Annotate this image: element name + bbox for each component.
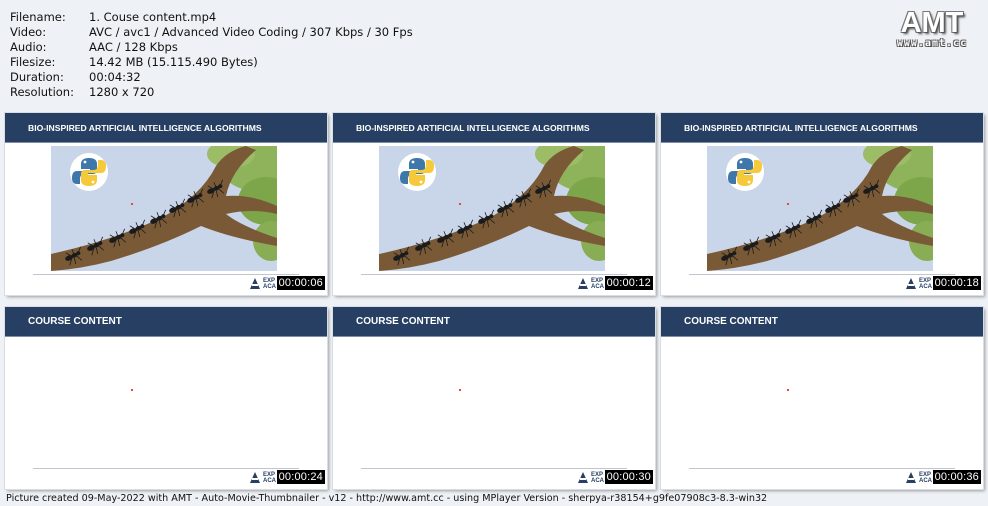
slide-illustration xyxy=(51,146,277,271)
info-value: 14.42 MB (15.115.490 Bytes) xyxy=(89,55,258,69)
info-row-duration: Duration: 00:04:32 xyxy=(10,70,413,85)
timestamp-badge: 00:00:30 xyxy=(604,470,653,484)
timestamp-badge: 00:00:18 xyxy=(932,276,981,290)
info-label: Resolution: xyxy=(10,85,74,99)
thumbnail-frame[interactable]: BIO-INSPIRED ARTIFICIAL INTELLIGENCE ALG… xyxy=(5,113,327,295)
cursor-dot xyxy=(787,203,789,205)
python-logo-icon xyxy=(726,153,764,191)
slide-divider xyxy=(689,468,955,469)
slide-title: COURSE CONTENT xyxy=(661,307,983,337)
cursor-dot xyxy=(131,389,133,391)
info-row-audio: Audio: AAC / 128 Kbps xyxy=(10,40,413,55)
info-value: 00:04:32 xyxy=(89,70,141,84)
logo-main-text: AMT xyxy=(900,7,964,39)
timestamp-badge: 00:00:24 xyxy=(276,470,325,484)
timestamp-badge: 00:00:06 xyxy=(276,276,325,290)
info-value: 1280 x 720 xyxy=(89,85,155,99)
brand-text: EXP ACA xyxy=(263,278,276,290)
info-value: AVC / avc1 / Advanced Video Coding / 307… xyxy=(89,25,413,39)
file-info: Filename: 1. Couse content.mp4 Video: AV… xyxy=(10,10,413,100)
brand-text: EXP ACA xyxy=(591,278,604,290)
python-logo-icon xyxy=(70,153,108,191)
slide-divider xyxy=(361,274,627,275)
brand-text: EXP ACA xyxy=(919,472,932,484)
slide-divider xyxy=(361,468,627,469)
info-value: AAC / 128 Kbps xyxy=(89,40,178,54)
brand-text: EXP ACA xyxy=(591,472,604,484)
brand-text: EXP ACA xyxy=(263,472,276,484)
info-row-resolution: Resolution: 1280 x 720 xyxy=(10,85,413,100)
thumbnail-frame[interactable]: BIO-INSPIRED ARTIFICIAL INTELLIGENCE ALG… xyxy=(333,113,655,295)
info-row-filesize: Filesize: 14.42 MB (15.115.490 Bytes) xyxy=(10,55,413,70)
info-value: 1. Couse content.mp4 xyxy=(89,10,217,24)
cursor-dot xyxy=(131,203,133,205)
info-label: Duration: xyxy=(10,70,64,84)
cursor-dot xyxy=(787,389,789,391)
info-label: Filename: xyxy=(10,10,66,24)
timestamp-badge: 00:00:12 xyxy=(604,276,653,290)
slide-divider xyxy=(33,274,299,275)
thumbnail-frame[interactable]: COURSE CONTENT EXP ACA 00:00:24 xyxy=(5,307,327,489)
slide-title: COURSE CONTENT xyxy=(5,307,327,337)
slide-illustration xyxy=(707,146,933,271)
thumbnail-frame[interactable]: BIO-INSPIRED ARTIFICIAL INTELLIGENCE ALG… xyxy=(661,113,983,295)
cursor-dot xyxy=(459,389,461,391)
slide-title: BIO-INSPIRED ARTIFICIAL INTELLIGENCE ALG… xyxy=(333,113,655,143)
thumbnail-frame[interactable]: COURSE CONTENT EXP ACA 00:00:36 xyxy=(661,307,983,489)
info-label: Filesize: xyxy=(10,55,56,69)
info-row-filename: Filename: 1. Couse content.mp4 xyxy=(10,10,413,25)
logo-url-text: www.amt.cc xyxy=(896,38,968,49)
slide-title: BIO-INSPIRED ARTIFICIAL INTELLIGENCE ALG… xyxy=(661,113,983,143)
slide-title: COURSE CONTENT xyxy=(333,307,655,337)
info-label: Audio: xyxy=(10,40,47,54)
thumbnail-frame[interactable]: COURSE CONTENT EXP ACA 00:00:30 xyxy=(333,307,655,489)
timestamp-badge: 00:00:36 xyxy=(932,470,981,484)
python-logo-icon xyxy=(398,153,436,191)
info-row-video: Video: AVC / avc1 / Advanced Video Codin… xyxy=(10,25,413,40)
slide-divider xyxy=(33,468,299,469)
amt-logo: AMT www.amt.cc xyxy=(888,8,976,50)
info-label: Video: xyxy=(10,25,47,39)
slide-divider xyxy=(689,274,955,275)
cursor-dot xyxy=(459,203,461,205)
brand-text: EXP ACA xyxy=(919,278,932,290)
footer-credit: Picture created 09-May-2022 with AMT - A… xyxy=(6,493,768,504)
slide-title: BIO-INSPIRED ARTIFICIAL INTELLIGENCE ALG… xyxy=(5,113,327,143)
slide-illustration xyxy=(379,146,605,271)
